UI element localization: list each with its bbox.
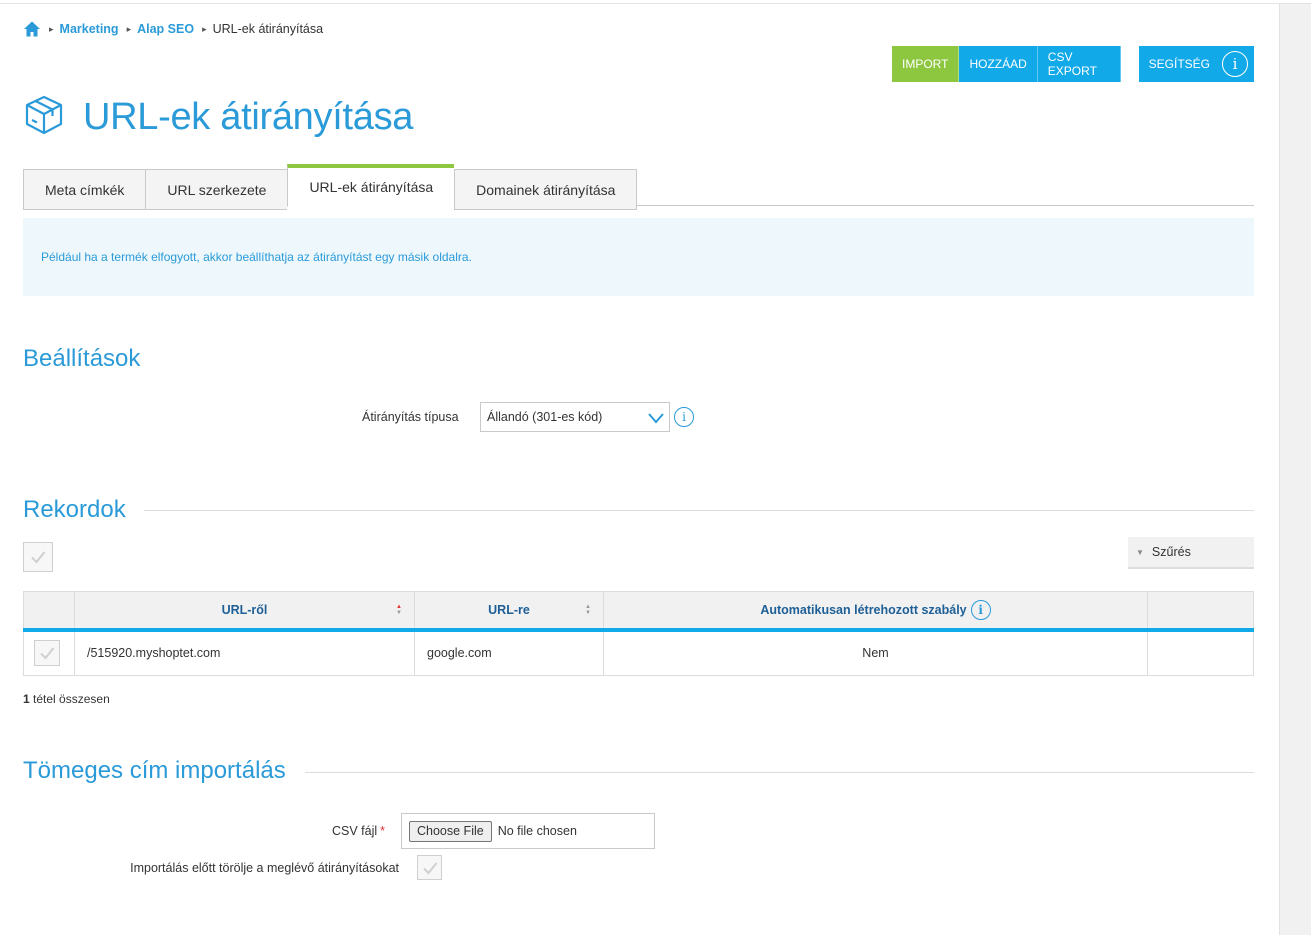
page-header: URL-ek átirányítása bbox=[23, 94, 413, 141]
table-row: /515920.myshoptet.com google.com Nem bbox=[23, 629, 1254, 676]
csv-export-button[interactable]: CSV EXPORT bbox=[1037, 46, 1121, 82]
cell-actions bbox=[1147, 629, 1254, 676]
row-checkbox[interactable] bbox=[34, 640, 60, 667]
column-header-url-to[interactable]: URL-re ▲ ▼ bbox=[414, 591, 604, 632]
action-toolbar: IMPORT HOZZÁAD CSV EXPORT SEGÍTSÉG i bbox=[892, 46, 1254, 82]
info-icon[interactable]: i bbox=[970, 599, 991, 620]
redirect-type-value: Állandó (301-es kód) bbox=[487, 410, 603, 424]
records-table: URL-ről ▲ ▼ URL-re ▲ ▼ Automatikusan létre… bbox=[23, 591, 1254, 676]
table-header-row: URL-ről ▲ ▼ URL-re ▲ ▼ Automatikusan létre… bbox=[23, 591, 1254, 632]
column-header-auto-rule: Automatikusan létrehozott szabály i bbox=[603, 591, 1148, 632]
info-icon: i bbox=[1222, 51, 1248, 77]
chevron-right-icon: ▸ bbox=[126, 23, 132, 34]
help-button-label: SEGÍTSÉG bbox=[1148, 57, 1210, 71]
sort-icon: ▲ ▼ bbox=[396, 604, 402, 616]
record-count-label: tétel összesen bbox=[33, 692, 110, 706]
box-icon bbox=[23, 94, 65, 141]
no-file-text: No file chosen bbox=[497, 824, 577, 838]
csv-file-label: CSV fájl bbox=[331, 824, 378, 838]
breadcrumb-link-alap-seo[interactable]: Alap SEO bbox=[137, 22, 194, 36]
filter-label: Szűrés bbox=[1151, 545, 1191, 559]
chevron-right-icon: ▸ bbox=[202, 23, 207, 34]
choose-file-button[interactable]: Choose File bbox=[409, 820, 492, 842]
tab-url-atiranyitasa[interactable]: URL-ek átirányítása bbox=[287, 164, 455, 207]
column-label: URL-re bbox=[488, 602, 530, 617]
redirect-type-select[interactable]: Állandó (301-es kód) bbox=[480, 402, 670, 432]
check-icon bbox=[422, 861, 437, 874]
header-actions-cell bbox=[1147, 591, 1254, 632]
cell-url-from[interactable]: /515920.myshoptet.com bbox=[74, 629, 415, 676]
delete-existing-checkbox[interactable] bbox=[417, 855, 442, 880]
header-select-cell bbox=[23, 591, 75, 632]
select-all-checkbox[interactable] bbox=[23, 542, 53, 572]
cell-auto-rule: Nem bbox=[603, 629, 1148, 676]
breadcrumb-link-marketing[interactable]: Marketing bbox=[60, 22, 119, 36]
row-select-cell bbox=[23, 629, 75, 676]
redirect-type-row: Átirányítás típusa Állandó (301-es kód) … bbox=[362, 402, 694, 432]
main-content: ▸ Marketing ▸ Alap SEO ▸ URL-ek átirányí… bbox=[23, 0, 1254, 935]
record-count-number: 1 bbox=[23, 692, 30, 706]
sort-icon: ▲ ▼ bbox=[585, 604, 591, 616]
tab-meta-cimkek[interactable]: Meta címkék bbox=[23, 169, 146, 210]
records-section-title: Rekordok bbox=[23, 496, 126, 523]
section-divider bbox=[144, 510, 1254, 511]
chevron-right-icon: ▸ bbox=[49, 23, 54, 34]
check-icon bbox=[31, 551, 46, 564]
tab-domainek-atiranyitasa[interactable]: Domainek átirányítása bbox=[454, 169, 638, 210]
breadcrumb-current: URL-ek átirányítása bbox=[212, 22, 324, 36]
bulk-import-section-title: Tömeges cím importálás bbox=[23, 757, 286, 784]
section-divider bbox=[305, 772, 1254, 773]
chevron-down-icon bbox=[647, 409, 665, 427]
help-button[interactable]: SEGÍTSÉG i bbox=[1138, 46, 1254, 82]
page-title: URL-ek átirányítása bbox=[83, 96, 414, 138]
column-label: URL-ről bbox=[221, 602, 268, 617]
info-icon[interactable]: i bbox=[674, 407, 694, 427]
filter-button[interactable]: ▼ Szűrés bbox=[1128, 537, 1254, 569]
record-count: 1 tétel összesen bbox=[23, 692, 110, 706]
csv-file-input[interactable]: Choose File No file chosen bbox=[401, 813, 655, 849]
cell-url-to[interactable]: google.com bbox=[414, 629, 604, 676]
tab-url-szerkezete[interactable]: URL szerkezete bbox=[145, 169, 288, 210]
scrollbar[interactable] bbox=[1279, 4, 1311, 935]
caret-down-icon: ▼ bbox=[1136, 547, 1144, 557]
csv-file-label-wrap: CSV fájl * bbox=[23, 824, 401, 838]
tab-bar: Meta címkék URL szerkezete URL-ek átirán… bbox=[23, 164, 1254, 210]
csv-file-row: CSV fájl * Choose File No file chosen bbox=[23, 813, 723, 849]
add-button[interactable]: HOZZÁAD bbox=[959, 46, 1038, 82]
column-label: Automatikusan létrehozott szabály bbox=[760, 602, 967, 617]
delete-existing-label: Importálás előtt törölje a meglévő átirá… bbox=[130, 860, 399, 875]
redirect-type-label: Átirányítás típusa bbox=[362, 410, 459, 424]
breadcrumb: ▸ Marketing ▸ Alap SEO ▸ URL-ek átirányí… bbox=[23, 20, 323, 38]
column-header-url-from[interactable]: URL-ről ▲ ▼ bbox=[74, 591, 415, 632]
check-icon bbox=[40, 647, 55, 660]
delete-existing-row: Importálás előtt törölje a meglévő átirá… bbox=[23, 855, 723, 880]
settings-section-title: Beállítások bbox=[23, 345, 141, 372]
info-message: Például ha a termék elfogyott, akkor beá… bbox=[23, 218, 1254, 296]
required-marker: * bbox=[380, 824, 385, 838]
home-icon[interactable] bbox=[23, 20, 41, 38]
import-button[interactable]: IMPORT bbox=[892, 46, 960, 82]
